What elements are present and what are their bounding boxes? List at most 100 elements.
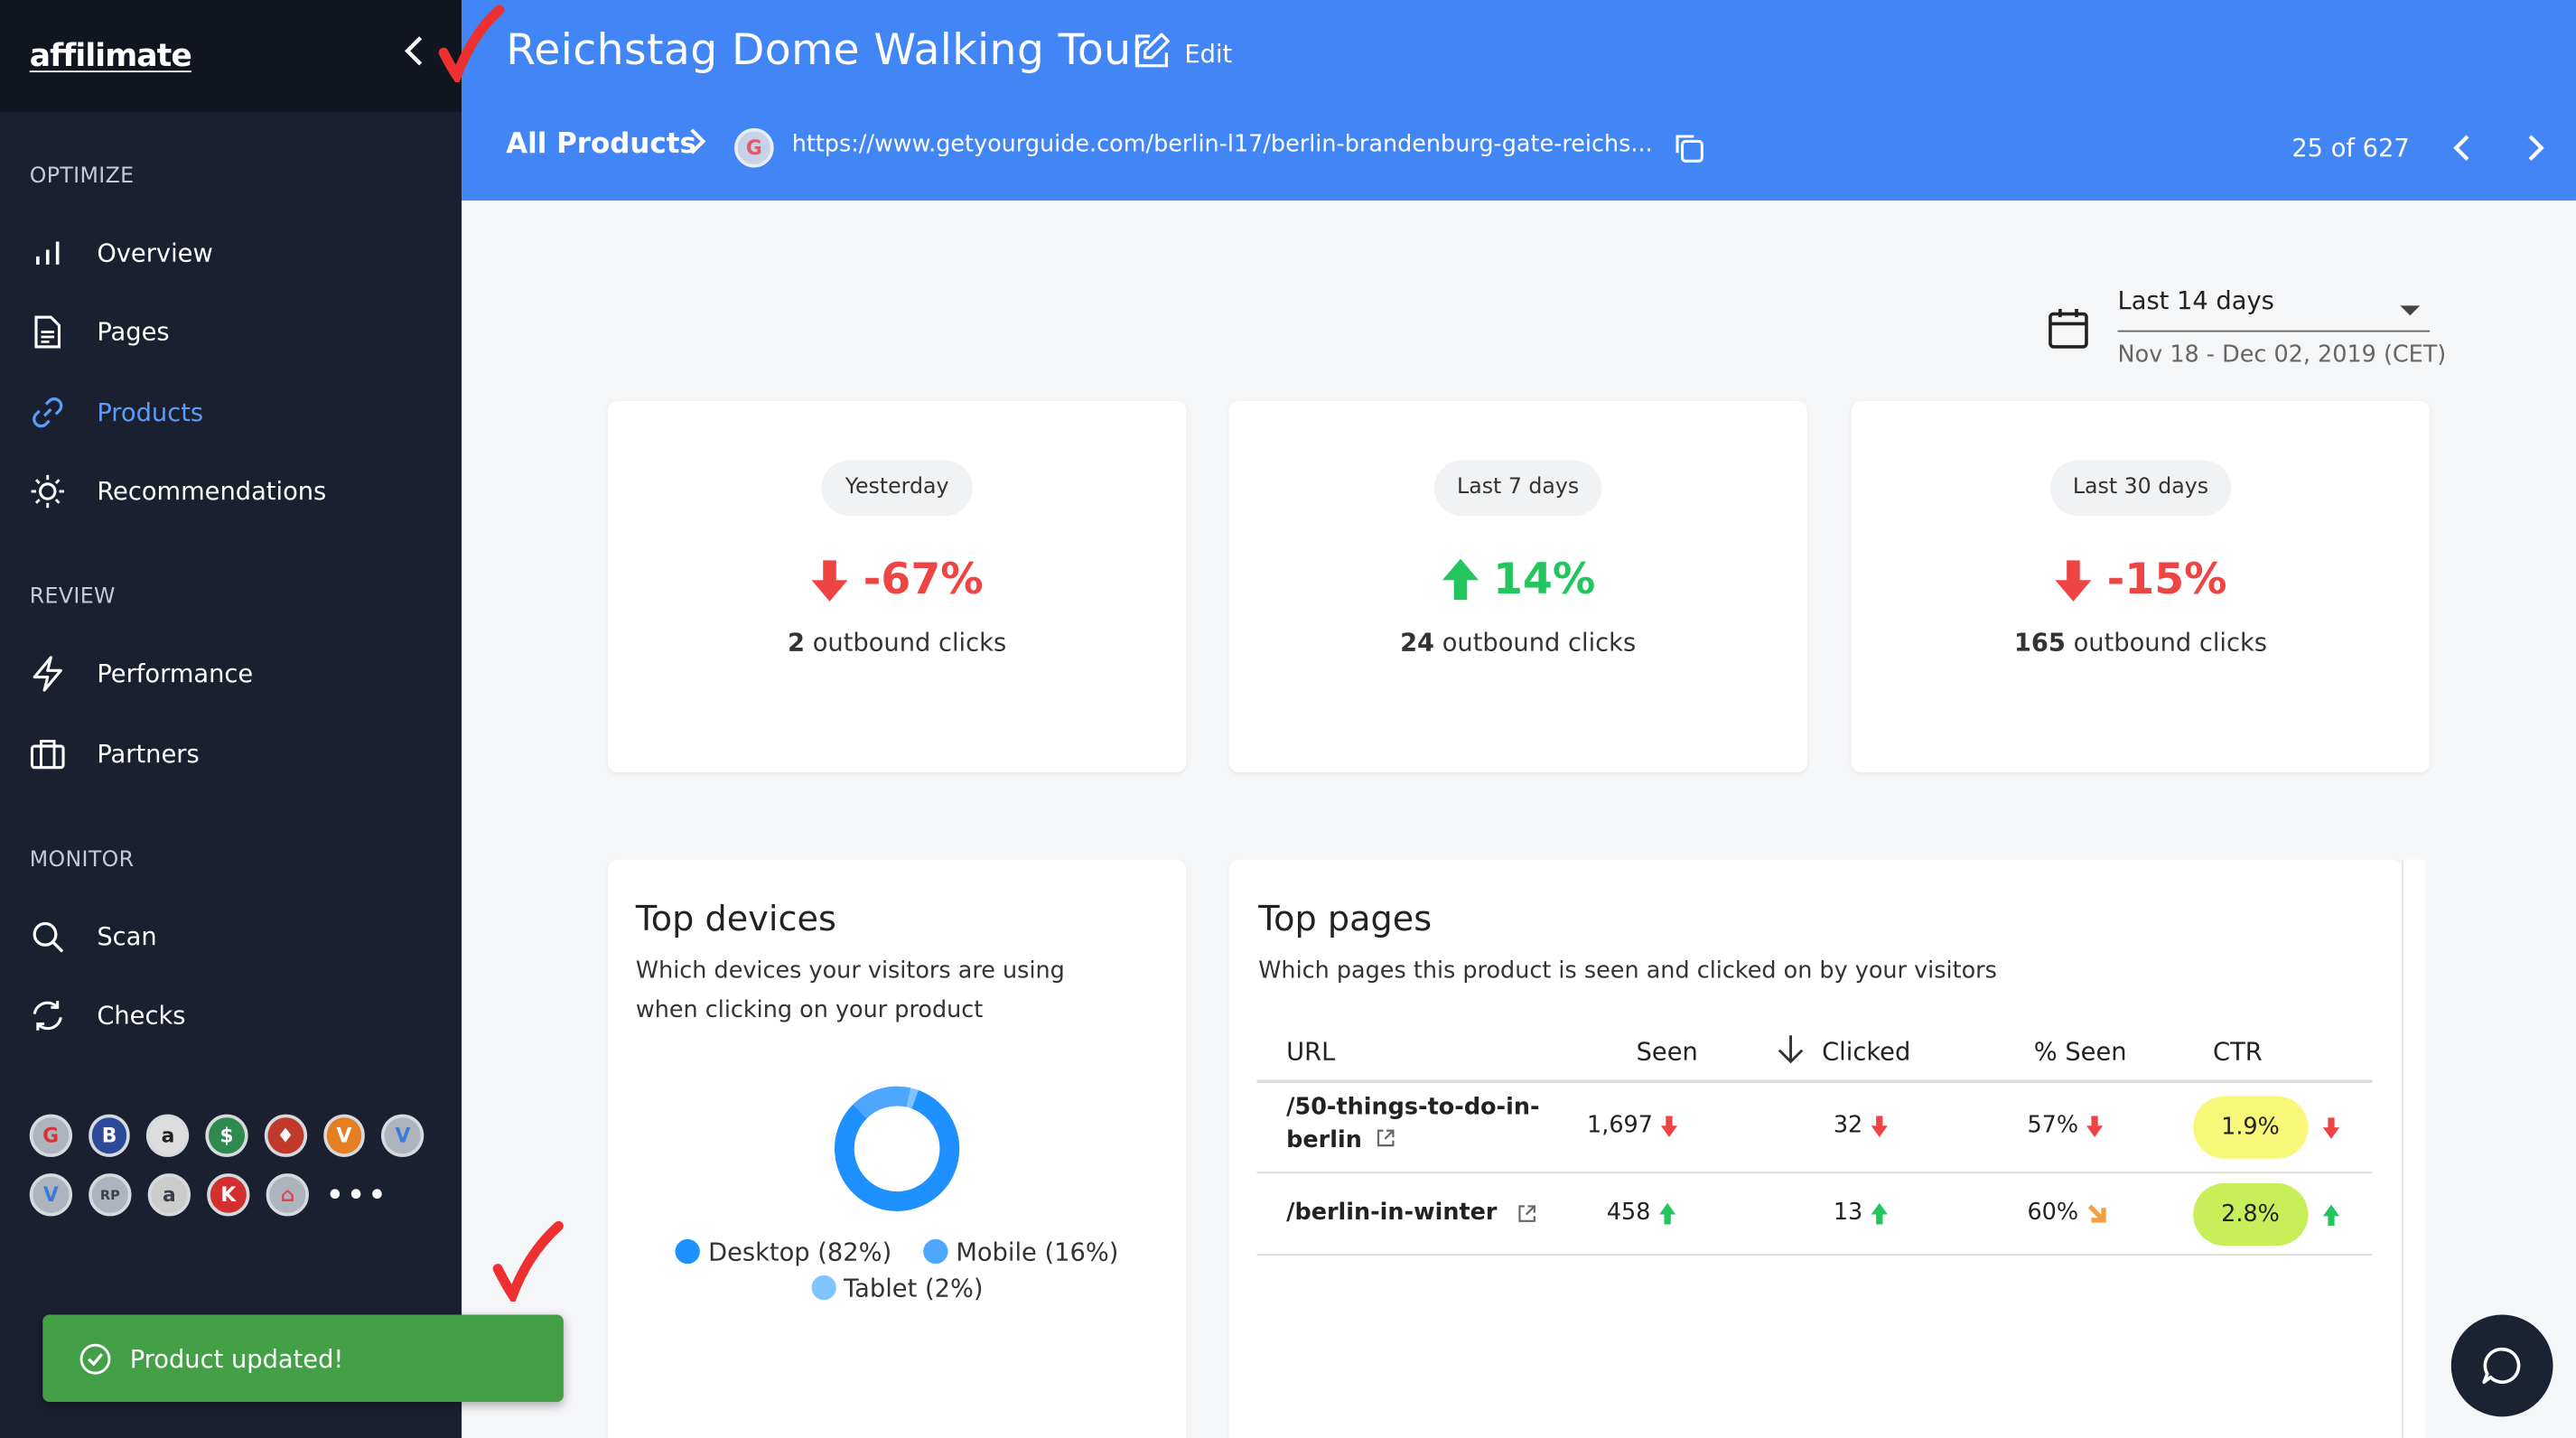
page-url-line: berlin	[1286, 1127, 1362, 1154]
arrow-down-icon	[1871, 1115, 1888, 1137]
legend-dot	[675, 1238, 701, 1265]
product-url-link[interactable]: https://www.getyourguide.com/berlin-l17/…	[792, 132, 1653, 158]
next-product-icon[interactable]	[2524, 130, 2546, 173]
sidebar-item-label: Overview	[97, 238, 213, 268]
legend-label: Mobile (16%)	[956, 1237, 1119, 1267]
toast-notification[interactable]: Product updated!	[42, 1314, 564, 1402]
scrollbar[interactable]	[2402, 859, 2425, 1438]
card-title: Top devices	[635, 899, 836, 938]
page-url-link[interactable]: /berlin-in-winter	[1286, 1197, 1536, 1229]
sidebar-item-label: Scan	[97, 921, 157, 952]
annotation-checkmark-icon	[492, 1220, 564, 1302]
ctr-cell: 2.8%	[2193, 1182, 2339, 1247]
stat-clicks: 165 outbound clicks	[1852, 628, 2430, 658]
legend-label: Tablet (2%)	[844, 1274, 984, 1303]
legend-tablet: Tablet (2%)	[810, 1274, 984, 1303]
favicon: G	[734, 127, 774, 168]
stat-change-value: 14%	[1493, 555, 1596, 605]
section-review: REVIEW	[29, 584, 116, 611]
partner-logo[interactable]: V	[381, 1114, 425, 1157]
ctr-badge: 2.8%	[2193, 1182, 2308, 1247]
partner-logo[interactable]: B	[88, 1114, 131, 1157]
card-subtitle: Which pages this product is seen and cli…	[1258, 957, 1997, 985]
stat-period: Yesterday	[822, 460, 972, 517]
refresh-icon	[30, 997, 66, 1033]
ctr-cell: 1.9%	[2193, 1096, 2339, 1159]
sort-desc-icon[interactable]	[1776, 1032, 1806, 1072]
partner-logo[interactable]: RP	[89, 1173, 132, 1217]
pct-seen-value: 60%	[2027, 1200, 2079, 1227]
page-url-line: /berlin-in-winter	[1286, 1200, 1498, 1227]
partner-logo[interactable]: V	[29, 1173, 73, 1217]
partner-logo[interactable]: G	[29, 1114, 72, 1157]
arrow-up-icon	[1442, 558, 1479, 601]
sidebar-item-recommendations[interactable]: Recommendations	[0, 459, 462, 525]
external-link-icon[interactable]	[1518, 1204, 1536, 1222]
partner-logo[interactable]: a	[147, 1173, 191, 1217]
page-url-link[interactable]: /50-things-to-do-in- berlin	[1286, 1091, 1539, 1157]
clicks-count: 165	[2013, 628, 2066, 658]
stat-period: Last 7 days	[1433, 460, 1602, 517]
stat-change: -67%	[608, 556, 1186, 605]
arrow-up-icon	[1871, 1201, 1888, 1224]
partner-logo[interactable]: a	[146, 1114, 190, 1157]
copy-icon[interactable]	[1673, 132, 1705, 172]
more-partners-button[interactable]: •••	[325, 1173, 388, 1216]
sun-icon	[30, 473, 66, 509]
edit-button[interactable]: Edit	[1132, 32, 1232, 78]
section-optimize: OPTIMIZE	[29, 163, 135, 190]
date-range-text: Nov 18 - Dec 02, 2019 (CET)	[2117, 341, 2447, 369]
sidebar-item-label: Pages	[97, 317, 170, 347]
sidebar-item-label: Partners	[97, 739, 200, 770]
sidebar-item-products[interactable]: Products	[0, 379, 462, 445]
partner-logo[interactable]: ♦	[264, 1114, 307, 1157]
sidebar-item-overview[interactable]: Overview	[0, 220, 462, 286]
partner-logo[interactable]: K	[207, 1173, 250, 1217]
pct-seen-cell: 57%	[2027, 1113, 2104, 1139]
page-url-line: /50-things-to-do-in-	[1286, 1094, 1540, 1121]
clicked-cell: 32	[1834, 1113, 1888, 1139]
clicked-value: 32	[1833, 1112, 1863, 1139]
document-icon	[30, 314, 66, 350]
column-pct-seen[interactable]: % Seen	[2034, 1037, 2127, 1067]
stat-change-value: -67%	[863, 555, 984, 605]
donut-segment	[853, 1086, 911, 1119]
column-clicked[interactable]: Clicked	[1822, 1037, 1910, 1067]
external-link-icon[interactable]	[1377, 1129, 1395, 1147]
chat-button[interactable]	[2450, 1314, 2553, 1417]
column-seen[interactable]: Seen	[1637, 1037, 1698, 1067]
sidebar: affilimate OPTIMIZE Overview Pages Produ…	[0, 0, 462, 1438]
stat-change: -15%	[1852, 556, 2430, 605]
chat-bubble-icon	[2482, 1347, 2521, 1384]
sidebar-item-label: Recommendations	[97, 476, 327, 507]
briefcase-icon	[30, 736, 66, 772]
partner-logo[interactable]: V	[322, 1114, 366, 1157]
column-url[interactable]: URL	[1286, 1037, 1335, 1067]
page-title: Reichstag Dome Walking Tour	[506, 26, 1150, 76]
collapse-sidebar-icon[interactable]	[403, 33, 425, 79]
sidebar-item-checks[interactable]: Checks	[0, 983, 462, 1049]
partner-logo[interactable]: $	[205, 1114, 248, 1157]
search-icon	[30, 919, 66, 955]
arrow-down-right-icon	[2088, 1204, 2107, 1223]
top-pages-card: Top pages Which pages this product is se…	[1228, 859, 2403, 1438]
chevron-down-icon	[2400, 305, 2421, 316]
logo[interactable]: affilimate	[30, 38, 192, 74]
partner-logo[interactable]: ⌂	[266, 1173, 309, 1217]
card-title: Top pages	[1258, 899, 1433, 938]
table-row: /50-things-to-do-in- berlin 1,697 32 57%…	[1256, 1083, 2373, 1174]
breadcrumb-all-products[interactable]: All Products	[506, 128, 696, 161]
edit-icon	[1132, 32, 1184, 78]
previous-product-icon[interactable]	[2451, 130, 2474, 173]
legend-label: Desktop (82%)	[708, 1237, 892, 1267]
clicks-label: outbound clicks	[2073, 628, 2268, 658]
sidebar-item-performance[interactable]: Performance	[0, 641, 462, 707]
clicks-label: outbound clicks	[812, 628, 1007, 658]
sidebar-item-scan[interactable]: Scan	[0, 904, 462, 970]
sidebar-item-pages[interactable]: Pages	[0, 299, 462, 365]
top-devices-card: Top devices Which devices your visitors …	[607, 859, 1187, 1438]
column-ctr[interactable]: CTR	[2213, 1037, 2263, 1067]
date-range-select[interactable]: Last 14 days	[2117, 286, 2431, 332]
sidebar-item-partners[interactable]: Partners	[0, 722, 462, 788]
arrow-down-icon	[812, 560, 849, 602]
